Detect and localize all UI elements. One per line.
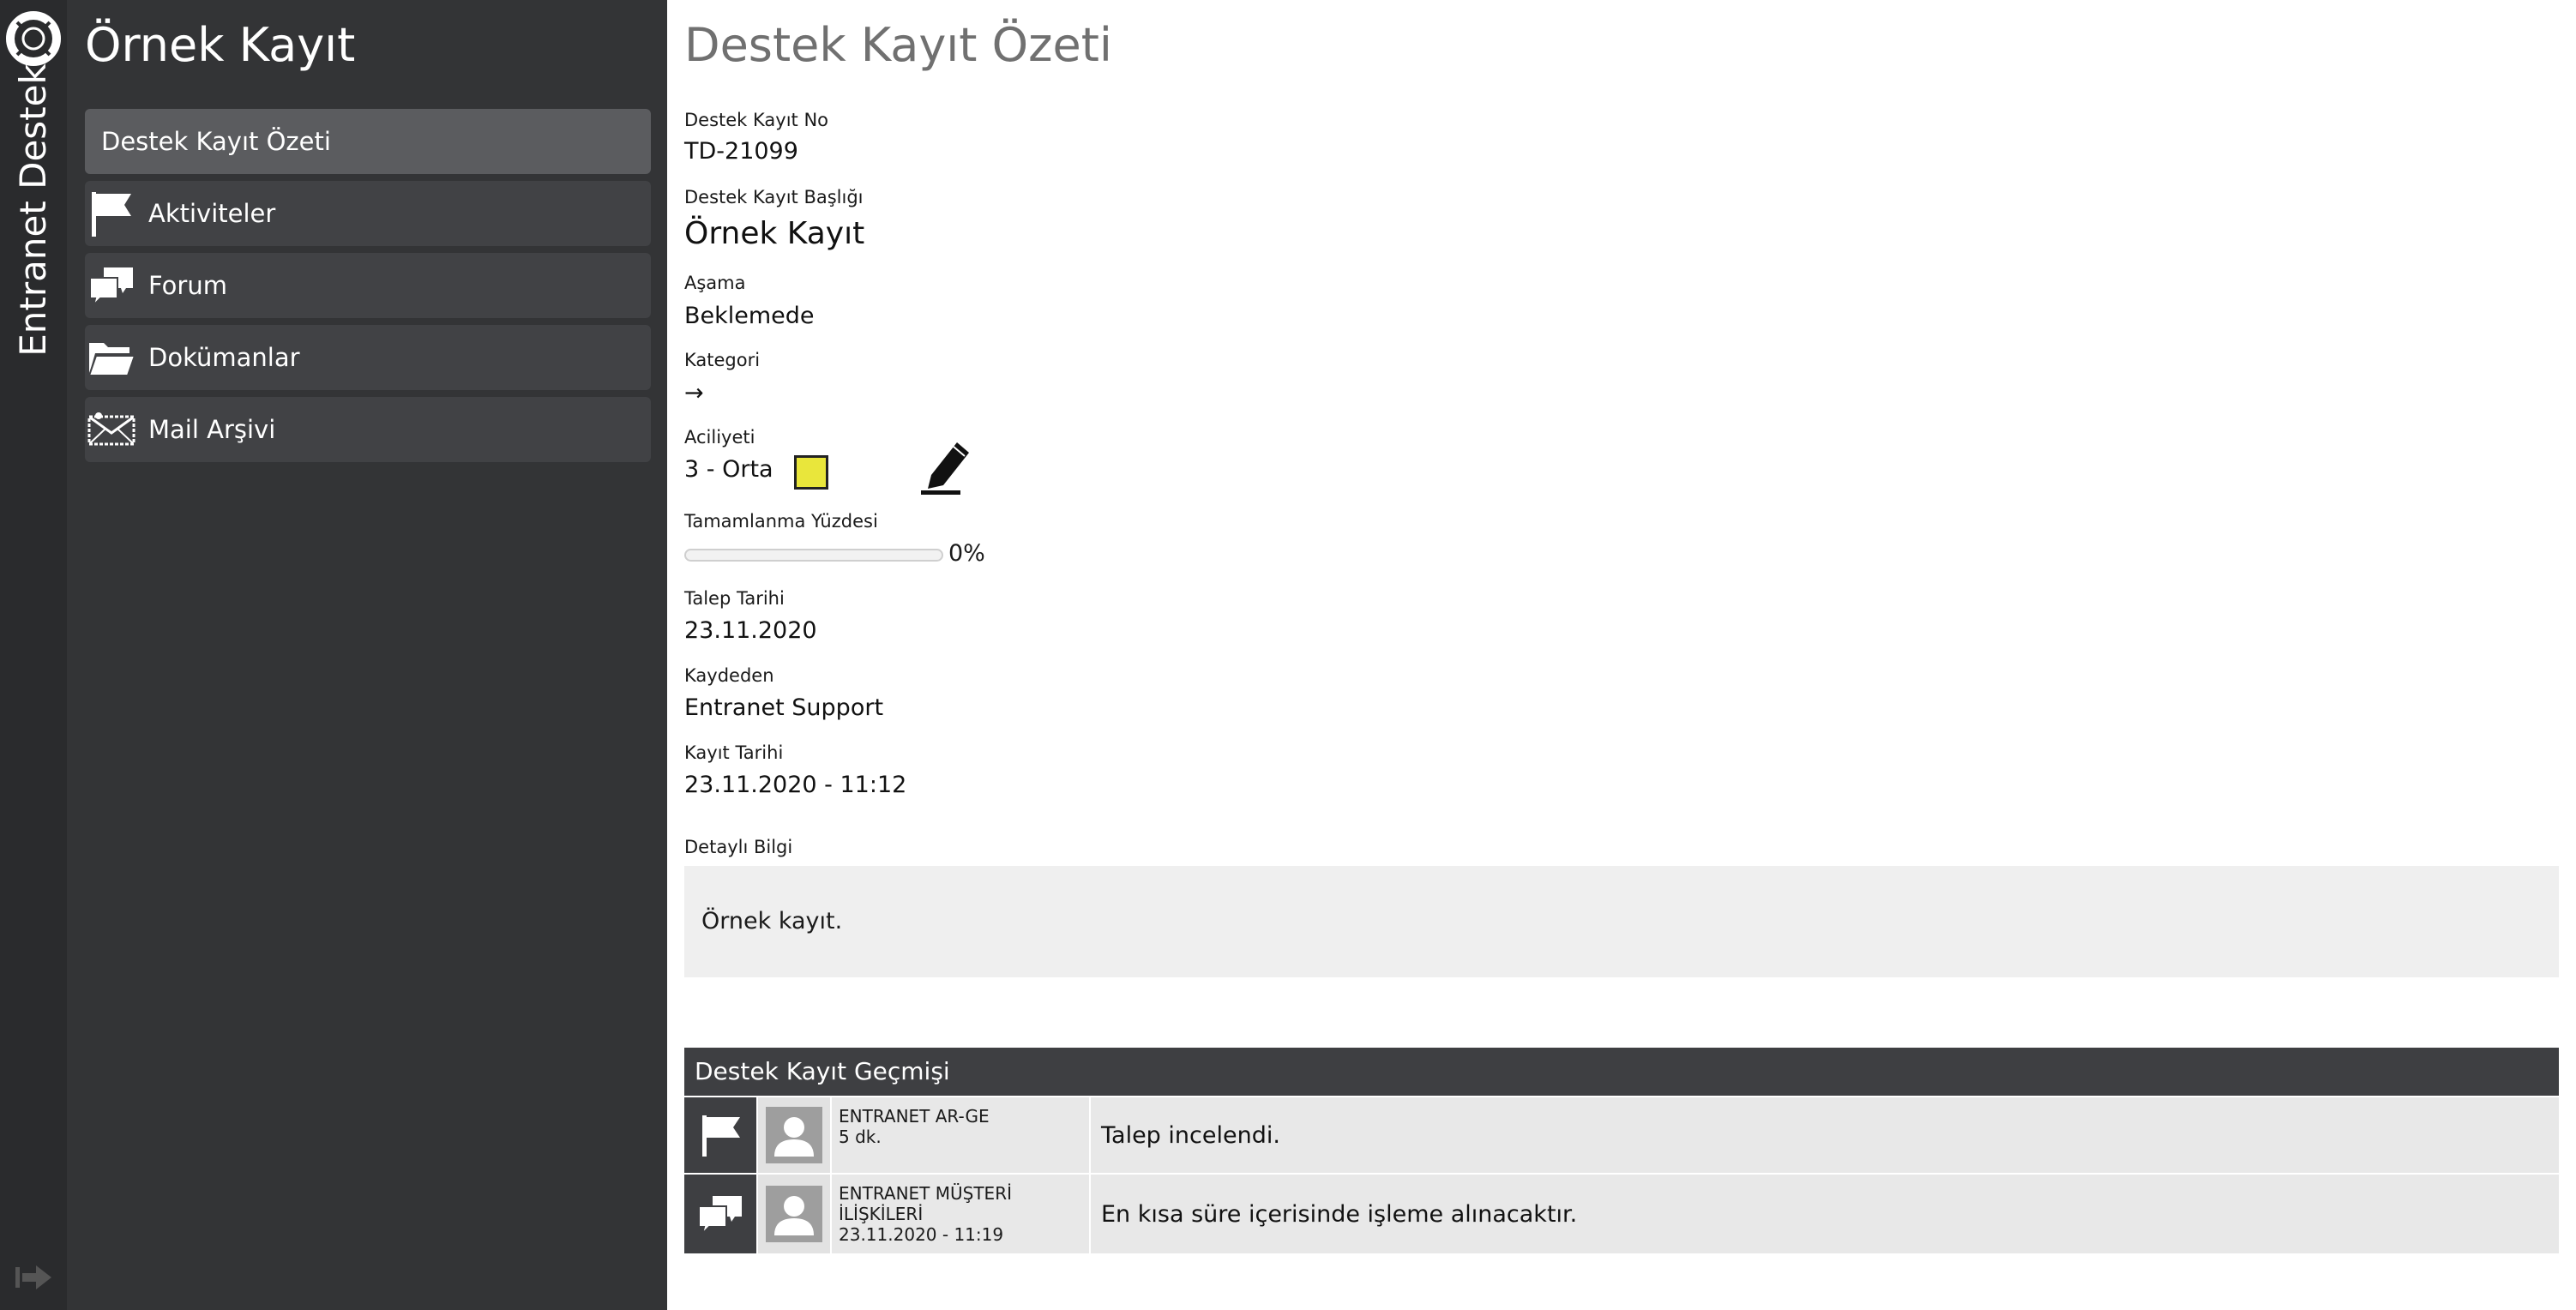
sidebar-item-mail-archive[interactable]: Mail Arşivi xyxy=(85,397,651,462)
category-value: → xyxy=(684,380,704,406)
app-rail: Entranet Destek xyxy=(0,0,67,1310)
history-title: Destek Kayıt Geçmişi xyxy=(684,1048,2559,1096)
history-time: 23.11.2020 - 11:19 xyxy=(839,1224,1004,1245)
field-label: Kategori xyxy=(684,350,761,370)
app-name: Entranet Destek xyxy=(12,63,54,357)
field-label: Destek Kayıt Başlığı xyxy=(684,187,864,207)
field-label: Kayıt Tarihi xyxy=(684,742,784,763)
history-table: Destek Kayıt Geçmişi ENTRANET AR-GE 5 dk… xyxy=(684,1048,2559,1253)
detail-text: Örnek kayıt. xyxy=(701,908,843,934)
field-label: Tamamlanma Yüzdesi xyxy=(684,511,878,532)
record-title: Örnek Kayıt xyxy=(85,18,356,72)
avatar xyxy=(758,1175,830,1253)
history-author: ENTRANET AR-GE xyxy=(839,1106,990,1127)
ticket-number: TD-21099 xyxy=(684,138,798,165)
chat-bubbles-icon xyxy=(698,1196,742,1237)
flag-icon xyxy=(702,1115,740,1157)
field-label: Detaylı Bilgi xyxy=(684,837,793,857)
stage-value: Beklemede xyxy=(684,303,815,329)
history-meta: ENTRANET MÜŞTERİ İLİŞKİLERİ 23.11.2020 -… xyxy=(832,1175,1089,1253)
flag-icon xyxy=(92,192,131,237)
sidebar-item-summary[interactable]: Destek Kayıt Özeti xyxy=(85,109,651,174)
sign-out-icon[interactable] xyxy=(14,1262,53,1293)
field-label: Destek Kayıt No xyxy=(684,110,829,130)
ticket-title: Örnek Kayıt xyxy=(684,216,865,251)
history-time: 5 dk. xyxy=(839,1127,882,1147)
sidebar: Örnek Kayıt Destek Kayıt Özeti Aktivitel… xyxy=(67,0,667,1310)
completion-percent: 0% xyxy=(948,540,985,567)
sidebar-item-forum[interactable]: Forum xyxy=(85,253,651,318)
envelope-icon xyxy=(87,412,135,446)
table-row: ENTRANET MÜŞTERİ İLİŞKİLERİ 23.11.2020 -… xyxy=(684,1175,2559,1253)
sidebar-item-documents[interactable]: Dokümanlar xyxy=(85,325,651,390)
sidebar-item-label: Aktiviteler xyxy=(148,199,276,228)
lifebuoy-icon[interactable] xyxy=(5,10,62,67)
user-avatar-icon xyxy=(766,1186,822,1242)
field-label: Aciliyeti xyxy=(684,427,755,448)
history-type-cell xyxy=(684,1097,756,1173)
field-label: Kaydeden xyxy=(684,665,774,686)
chat-bubbles-icon xyxy=(89,267,133,309)
detail-box: Örnek kayıt. xyxy=(684,866,2559,977)
request-date: 23.11.2020 xyxy=(684,617,817,644)
sidebar-item-label: Dokümanlar xyxy=(148,343,300,372)
history-message: Talep incelendi. xyxy=(1091,1097,2559,1173)
sidebar-item-activities[interactable]: Aktiviteler xyxy=(85,181,651,246)
history-meta: ENTRANET AR-GE 5 dk. xyxy=(832,1097,1089,1173)
history-author: ENTRANET MÜŞTERİ İLİŞKİLERİ xyxy=(839,1183,1012,1224)
sidebar-item-label: Destek Kayıt Özeti xyxy=(101,127,331,156)
page-title: Destek Kayıt Özeti xyxy=(684,18,1112,72)
folder-icon xyxy=(87,343,136,376)
history-type-cell xyxy=(684,1175,756,1253)
field-label: Talep Tarihi xyxy=(684,588,785,609)
main-content: Destek Kayıt Özeti Destek Kayıt No TD-21… xyxy=(667,0,2576,1310)
urgency-color-swatch xyxy=(794,455,828,490)
created-by: Entranet Support xyxy=(684,694,884,721)
sidebar-item-label: Forum xyxy=(148,271,227,300)
completion-progress-bar xyxy=(684,549,943,562)
user-avatar-icon xyxy=(766,1107,822,1163)
urgency-value: 3 - Orta xyxy=(684,456,773,483)
avatar xyxy=(758,1097,830,1173)
sidebar-item-label: Mail Arşivi xyxy=(148,415,276,444)
history-message: En kısa süre içerisinde işleme alınacakt… xyxy=(1091,1175,2559,1253)
pencil-icon[interactable] xyxy=(919,436,974,496)
table-row: ENTRANET AR-GE 5 dk. Talep incelendi. xyxy=(684,1097,2559,1173)
record-date: 23.11.2020 - 11:12 xyxy=(684,772,907,798)
field-label: Aşama xyxy=(684,273,746,293)
